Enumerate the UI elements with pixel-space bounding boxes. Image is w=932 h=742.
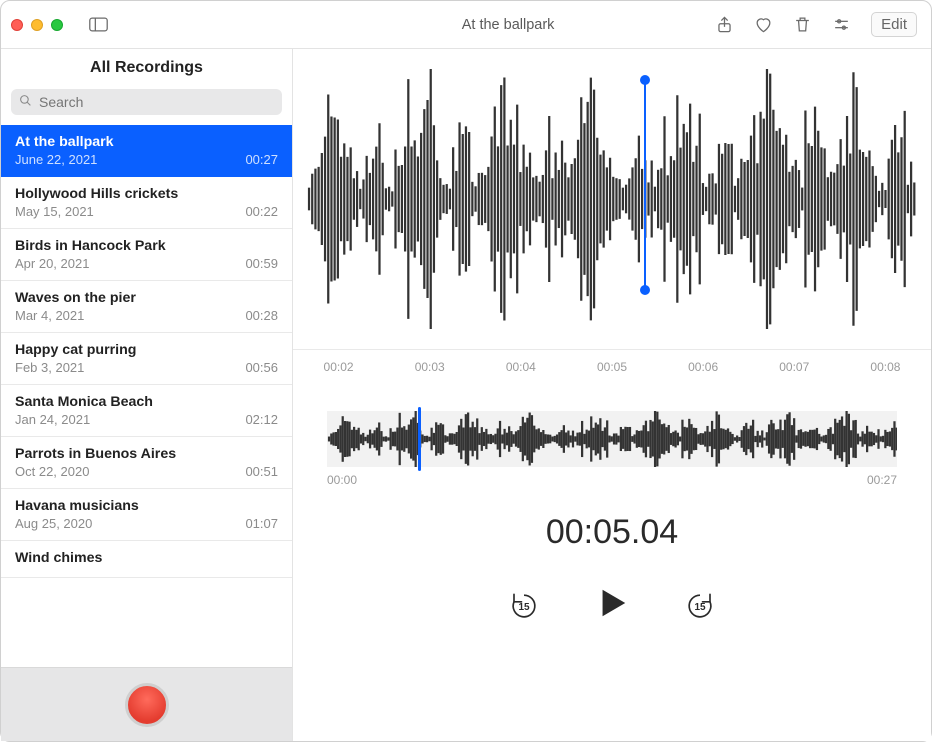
time-ruler: 00:0200:0300:0400:0500:0600:0700:08: [293, 349, 931, 383]
recording-title: Havana musicians: [15, 498, 278, 514]
recording-list-item[interactable]: Santa Monica Beach Jan 24, 2021 02:12: [1, 385, 292, 437]
titlebar: At the ballpark Edit: [1, 1, 931, 49]
overview-start-time: 00:00: [327, 473, 357, 487]
recording-date: Feb 3, 2021: [15, 360, 84, 375]
recording-date: June 22, 2021: [15, 152, 97, 167]
playhead[interactable]: [644, 81, 646, 289]
edit-button[interactable]: Edit: [871, 12, 917, 37]
skip-forward-button[interactable]: 15: [685, 591, 715, 621]
recording-date: Mar 4, 2021: [15, 308, 84, 323]
recording-title: Parrots in Buenos Aires: [15, 446, 278, 462]
time-tick: 00:04: [475, 360, 566, 374]
recording-title: Hollywood Hills crickets: [15, 186, 278, 202]
close-window-button[interactable]: [11, 19, 23, 31]
recording-duration: 02:12: [245, 412, 278, 427]
window-controls: [11, 19, 63, 31]
recording-list-item[interactable]: Happy cat purring Feb 3, 2021 00:56: [1, 333, 292, 385]
share-icon[interactable]: [715, 15, 734, 34]
recording-date: Apr 20, 2021: [15, 256, 89, 271]
record-button[interactable]: [125, 683, 169, 727]
recording-duration: 00:22: [245, 204, 278, 219]
recording-title: Waves on the pier: [15, 290, 278, 306]
recording-list-item[interactable]: Birds in Hancock Park Apr 20, 2021 00:59: [1, 229, 292, 281]
waveform-detail[interactable]: [293, 49, 931, 349]
recording-duration: 00:59: [245, 256, 278, 271]
time-tick: 00:08: [840, 360, 931, 374]
recording-list-item[interactable]: At the ballpark June 22, 2021 00:27: [1, 125, 292, 177]
time-tick: 00:03: [384, 360, 475, 374]
overview-end-time: 00:27: [867, 473, 897, 487]
recording-title: Birds in Hancock Park: [15, 238, 278, 254]
play-button[interactable]: [595, 586, 629, 625]
trash-icon[interactable]: [793, 15, 812, 34]
recording-title: Wind chimes: [15, 550, 278, 566]
time-tick: 00:07: [749, 360, 840, 374]
search-icon: [19, 94, 32, 112]
recording-title: Happy cat purring: [15, 342, 278, 358]
record-toolbar: [1, 667, 292, 741]
current-time-display: 00:05.04: [293, 513, 931, 552]
overview-playhead[interactable]: [418, 407, 421, 471]
transport-controls: 15 15: [293, 586, 931, 625]
recording-list-item[interactable]: Havana musicians Aug 25, 2020 01:07: [1, 489, 292, 541]
favorite-icon[interactable]: [754, 15, 773, 34]
recording-date: Jan 24, 2021: [15, 412, 90, 427]
search-input[interactable]: [11, 89, 282, 115]
sidebar-title: All Recordings: [1, 49, 292, 83]
recordings-list: At the ballpark June 22, 2021 00:27 Hollywo…: [1, 125, 292, 667]
recording-date: Oct 22, 2020: [15, 464, 89, 479]
recording-list-item[interactable]: Wind chimes: [1, 541, 292, 578]
waveform-overview[interactable]: 00:00 00:27: [293, 383, 931, 487]
recording-date: Aug 25, 2020: [15, 516, 92, 531]
time-tick: 00:06: [658, 360, 749, 374]
recording-date: May 15, 2021: [15, 204, 94, 219]
recording-duration: 01:07: [245, 516, 278, 531]
recording-duration: 00:28: [245, 308, 278, 323]
recording-list-item[interactable]: Waves on the pier Mar 4, 2021 00:28: [1, 281, 292, 333]
sidebar: All Recordings At the ballpark June 22, 2…: [1, 49, 293, 741]
recording-title: At the ballpark: [15, 134, 278, 150]
recording-list-item[interactable]: Hollywood Hills crickets May 15, 2021 00:2…: [1, 177, 292, 229]
recording-list-item[interactable]: Parrots in Buenos Aires Oct 22, 2020 00:51: [1, 437, 292, 489]
minimize-window-button[interactable]: [31, 19, 43, 31]
window-title: At the ballpark: [301, 17, 715, 33]
recording-duration: 00:56: [245, 360, 278, 375]
recording-duration: 00:27: [245, 152, 278, 167]
time-tick: 00:02: [293, 360, 384, 374]
skip-back-button[interactable]: 15: [509, 591, 539, 621]
recording-duration: 00:51: [245, 464, 278, 479]
time-tick: 00:05: [566, 360, 657, 374]
editor-area: 00:0200:0300:0400:0500:0600:0700:08 00:0…: [293, 49, 931, 741]
skip-forward-label: 15: [694, 602, 705, 613]
settings-sliders-icon[interactable]: [832, 15, 851, 34]
fullscreen-window-button[interactable]: [51, 19, 63, 31]
skip-back-label: 15: [518, 602, 529, 613]
recording-title: Santa Monica Beach: [15, 394, 278, 410]
toggle-sidebar-button[interactable]: [89, 15, 108, 34]
